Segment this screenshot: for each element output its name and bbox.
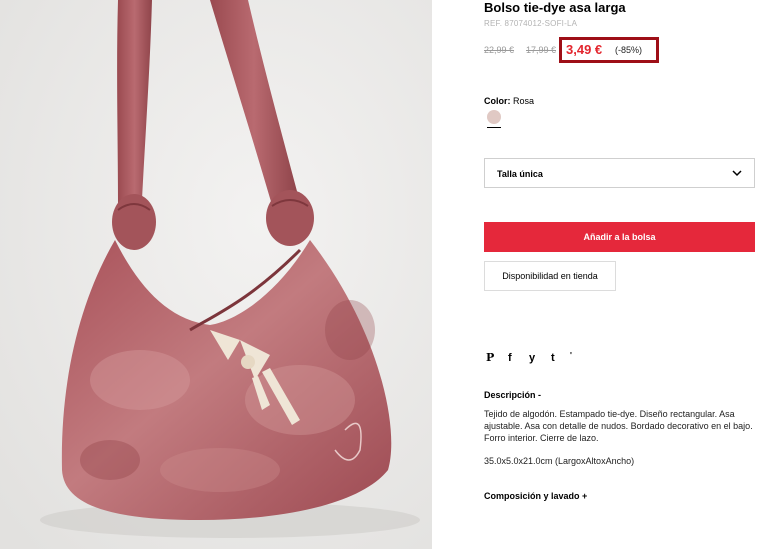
description-toggle[interactable]: Descripción - [484, 390, 541, 400]
tumblr-icon[interactable]: t [551, 351, 555, 365]
description-dimensions: 35.0x5.0x21.0cm (LargoxAltoxAncho) [484, 456, 635, 466]
color-swatch-rosa[interactable] [487, 110, 501, 124]
store-availability-button[interactable]: Disponibilidad en tienda [484, 261, 616, 291]
product-title: Bolso tie-dye asa larga [484, 0, 626, 15]
swatch-selected-indicator [487, 127, 501, 128]
color-label-title: Color: [484, 96, 511, 106]
product-image[interactable] [0, 0, 432, 549]
description-text: Tejido de algodón. Estampado tie-dye. Di… [484, 409, 753, 443]
chevron-down-icon [732, 170, 742, 177]
twitter-icon[interactable]: y [529, 351, 535, 365]
current-price: 3,49 € [566, 42, 603, 57]
original-price: 22,99 € [484, 45, 515, 55]
add-to-bag-button[interactable]: Añadir a la bolsa [484, 222, 755, 252]
size-selected-value: Talla única [497, 169, 543, 179]
more-share-icon[interactable]: ' [570, 349, 572, 363]
product-reference: REF. 87074012-SOFI-LA [484, 19, 578, 28]
composition-toggle[interactable]: Composición y lavado + [484, 491, 587, 501]
tie-dye-bag-illustration [0, 0, 432, 549]
discount-badge: (-85%) [615, 45, 643, 55]
previous-price: 17,99 € [526, 45, 557, 55]
color-label: Color: Rosa [484, 96, 534, 106]
color-value: Rosa [513, 96, 535, 106]
pinterest-icon[interactable]: P [486, 351, 494, 365]
facebook-icon[interactable]: f [508, 351, 512, 365]
size-select[interactable]: Talla única [484, 158, 755, 188]
